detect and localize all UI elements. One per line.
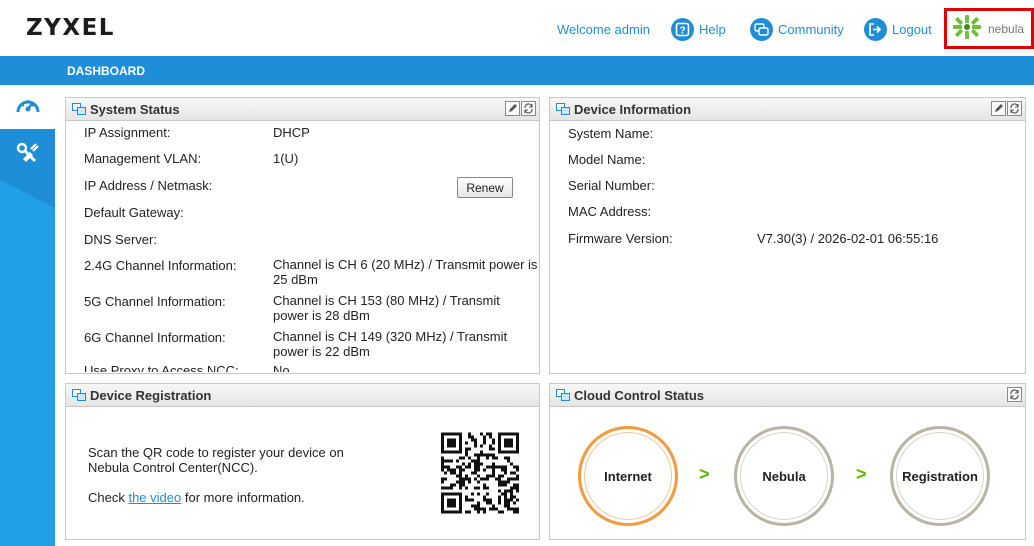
logout-icon (864, 17, 887, 41)
nebula-label: nebula (988, 21, 1025, 36)
device-registration-title: Device Registration (90, 387, 212, 403)
use-proxy-value: No (273, 363, 290, 372)
channel-24g-value: Channel is CH 6 (20 MHz) / Transmit powe… (273, 257, 538, 287)
nav-bar: DASHBOARD (0, 56, 1034, 85)
video-text-prefix: Check (88, 490, 129, 505)
edit-icon[interactable] (505, 101, 520, 116)
sidebar-wedge (0, 180, 55, 260)
device-registration-panel: Device Registration Scan the QR code to … (65, 383, 540, 540)
sidebar-item-tools[interactable] (6, 135, 50, 175)
community-label: Community (778, 21, 844, 37)
logout-label: Logout (892, 21, 932, 37)
model-name-label: Model Name: (568, 152, 646, 167)
device-information-panel: Device Information System Name: Model Na… (549, 97, 1026, 374)
system-name-label: System Name: (568, 126, 654, 141)
system-status-header: System Status (66, 98, 539, 121)
welcome-text: Welcome admin (557, 22, 650, 37)
channel-24g-label: 2.4G Channel Information: (84, 258, 237, 273)
zyxel-logo: ZYXEL (26, 15, 115, 41)
refresh-icon[interactable] (1007, 101, 1022, 116)
community-icon (750, 17, 773, 41)
help-icon: ? (671, 17, 694, 41)
dns-server-label: DNS Server: (84, 232, 157, 247)
internet-status-circle: Internet (578, 426, 678, 526)
use-proxy-label: Use Proxy to Access NCC: (84, 363, 239, 372)
logout-link[interactable]: Logout (864, 17, 932, 41)
default-gateway-label: Default Gateway: (84, 205, 184, 220)
refresh-icon[interactable] (1007, 387, 1022, 402)
top-bar: ZYXEL Welcome admin ? Help Community Log… (0, 0, 1034, 56)
mac-address-label: MAC Address: (568, 204, 652, 219)
arrow-icon: > (699, 464, 710, 484)
internet-label: Internet (604, 468, 652, 484)
ip-assignment-label: IP Assignment: (84, 125, 171, 140)
device-information-title: Device Information (574, 101, 692, 117)
page-title: DASHBOARD (67, 64, 145, 78)
sidebar-lower (0, 257, 55, 546)
dashboard-icon (14, 92, 42, 123)
svg-text:?: ? (679, 25, 685, 36)
edit-icon[interactable] (991, 101, 1006, 116)
channel-5g-label: 5G Channel Information: (84, 294, 226, 309)
device-registration-header: Device Registration (66, 384, 539, 407)
panel-icon (556, 103, 570, 115)
cloud-control-status-panel: Cloud Control Status Internet > Nebula >… (549, 383, 1026, 540)
sidebar-item-dashboard[interactable] (6, 87, 50, 127)
cloud-control-status-header: Cloud Control Status (550, 384, 1025, 407)
community-link[interactable]: Community (750, 17, 844, 41)
nebula-status-circle: Nebula (734, 426, 834, 526)
arrow-icon: > (856, 464, 867, 484)
channel-6g-value: Channel is CH 149 (320 MHz) / Transmit p… (273, 329, 508, 359)
channel-5g-value: Channel is CH 153 (80 MHz) / Transmit po… (273, 293, 500, 323)
firmware-version-value: V7.30(3) / 2026-02-01 06:55:16 (757, 231, 939, 246)
system-status-title: System Status (90, 101, 180, 117)
refresh-icon[interactable] (521, 101, 536, 116)
registration-instructions: Scan the QR code to register your device… (88, 445, 344, 475)
management-vlan-value: 1(U) (273, 151, 299, 166)
video-link[interactable]: the video (128, 490, 181, 505)
serial-number-label: Serial Number: (568, 178, 655, 193)
channel-6g-label: 6G Channel Information: (84, 330, 226, 345)
video-text-suffix: for more information. (181, 490, 305, 505)
cloud-control-status-title: Cloud Control Status (574, 387, 704, 403)
registration-status-circle: Registration (890, 426, 990, 526)
help-link[interactable]: ? Help (671, 17, 726, 41)
ip-assignment-value: DHCP (273, 125, 310, 140)
tools-icon (14, 140, 42, 171)
panel-icon (72, 103, 86, 115)
renew-button[interactable]: Renew (457, 177, 513, 198)
nebula-button[interactable]: nebula (944, 8, 1034, 49)
registration-step-label: Registration (902, 468, 978, 484)
system-status-body: IP Assignment: DHCP Management VLAN: 1(U… (66, 120, 539, 372)
device-information-header: Device Information (550, 98, 1025, 121)
sidebar (0, 85, 55, 546)
registration-video-text: Check the video for more information. (88, 490, 305, 505)
panel-icon (72, 389, 86, 401)
qr-code (441, 432, 519, 514)
nebula-logo-icon (951, 14, 983, 43)
management-vlan-label: Management VLAN: (84, 151, 202, 166)
ip-netmask-label: IP Address / Netmask: (84, 178, 213, 193)
panel-icon (556, 389, 570, 401)
firmware-version-label: Firmware Version: (568, 231, 673, 246)
help-label: Help (699, 21, 726, 37)
nebula-step-label: Nebula (762, 468, 806, 484)
